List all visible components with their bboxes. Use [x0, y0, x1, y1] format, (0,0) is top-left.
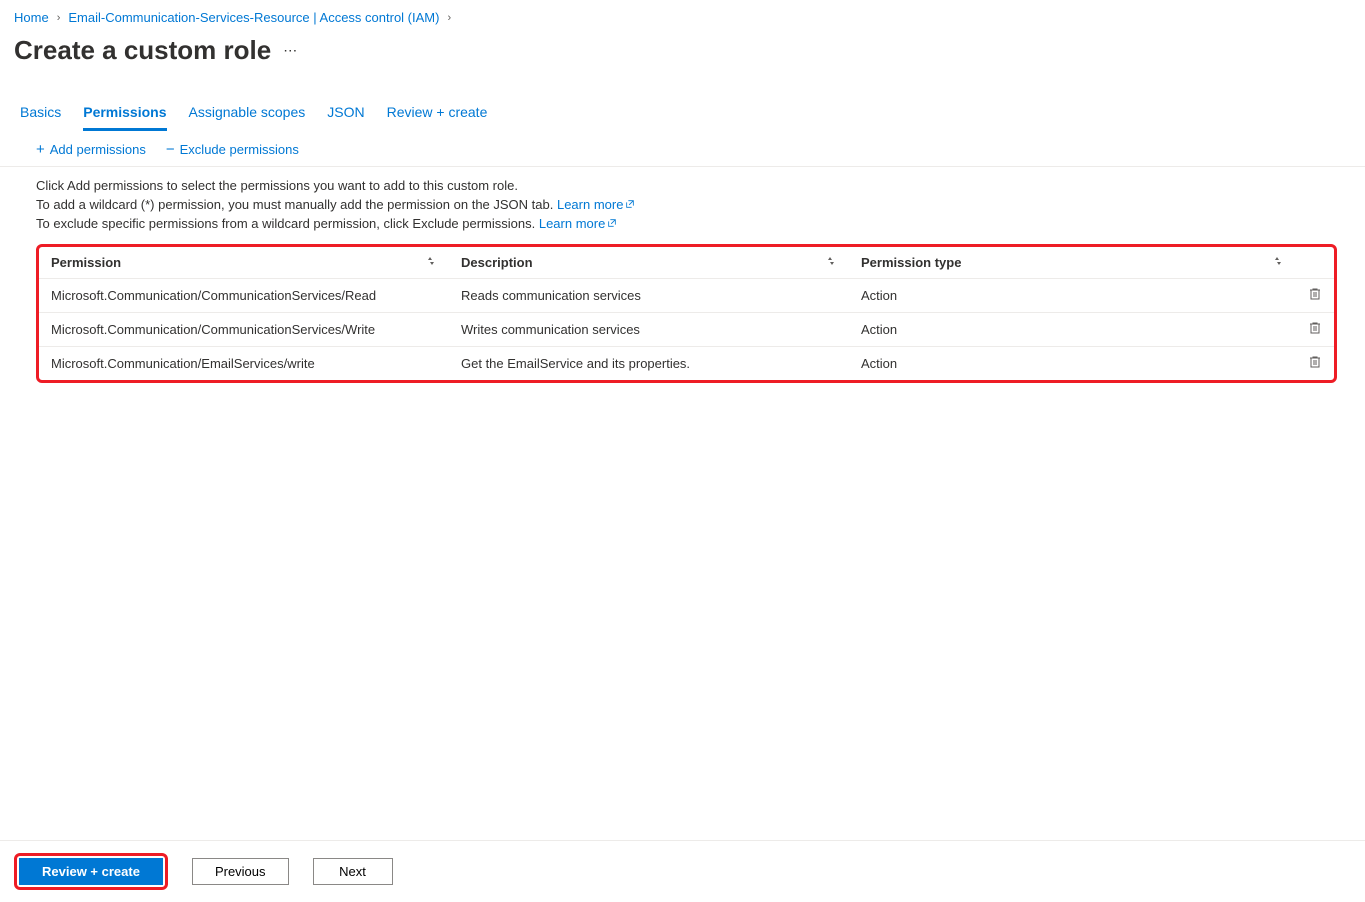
permissions-table-highlight: Permission Description Permission type [36, 244, 1337, 383]
help-line-3: To exclude specific permissions from a w… [36, 215, 1329, 234]
cell-permission: Microsoft.Communication/CommunicationSer… [39, 278, 449, 312]
add-permissions-button[interactable]: + Add permissions [36, 141, 146, 158]
learn-more-link-1[interactable]: Learn more [557, 197, 635, 212]
column-header-type[interactable]: Permission type [849, 247, 1296, 279]
exclude-permissions-label: Exclude permissions [180, 142, 299, 157]
tabs: Basics Permissions Assignable scopes JSO… [0, 76, 1365, 131]
cell-type: Action [849, 346, 1296, 380]
add-permissions-label: Add permissions [50, 142, 146, 157]
column-header-permission[interactable]: Permission [39, 247, 449, 279]
help-line-1: Click Add permissions to select the perm… [36, 177, 1329, 196]
learn-more-link-2[interactable]: Learn more [539, 216, 617, 231]
breadcrumb: Home › Email-Communication-Services-Reso… [0, 0, 1365, 31]
column-header-description[interactable]: Description [449, 247, 849, 279]
table-row: Microsoft.Communication/CommunicationSer… [39, 312, 1334, 346]
external-link-icon [625, 196, 635, 206]
learn-more-label: Learn more [557, 197, 623, 212]
plus-icon: + [36, 141, 45, 158]
cell-type: Action [849, 312, 1296, 346]
cell-type: Action [849, 278, 1296, 312]
page-title-row: Create a custom role ⋯ [0, 31, 1365, 76]
cell-description: Get the EmailService and its properties. [449, 346, 849, 380]
help-line-2: To add a wildcard (*) permission, you mu… [36, 196, 1329, 215]
learn-more-label: Learn more [539, 216, 605, 231]
column-header-description-label: Description [461, 255, 533, 270]
external-link-icon [607, 215, 617, 225]
next-button[interactable]: Next [313, 858, 393, 885]
footer: Review + create Previous Next [0, 840, 1365, 902]
minus-icon: − [166, 141, 175, 158]
table-row: Microsoft.Communication/CommunicationSer… [39, 278, 1334, 312]
tab-json[interactable]: JSON [327, 104, 364, 131]
cell-description: Writes communication services [449, 312, 849, 346]
tab-review-create[interactable]: Review + create [387, 104, 488, 131]
previous-button[interactable]: Previous [192, 858, 289, 885]
table-row: Microsoft.Communication/EmailServices/wr… [39, 346, 1334, 380]
more-icon[interactable]: ⋯ [283, 42, 298, 59]
sort-icon [1272, 255, 1284, 270]
breadcrumb-link-resource[interactable]: Email-Communication-Services-Resource | … [68, 10, 439, 25]
chevron-right-icon: › [447, 12, 451, 24]
toolbar: + Add permissions − Exclude permissions [0, 131, 1365, 166]
tab-permissions[interactable]: Permissions [83, 104, 166, 131]
review-create-highlight: Review + create [14, 853, 168, 890]
trash-icon[interactable] [1308, 357, 1322, 372]
help-text: Click Add permissions to select the perm… [0, 167, 1365, 238]
permissions-table: Permission Description Permission type [39, 247, 1334, 380]
cell-permission: Microsoft.Communication/CommunicationSer… [39, 312, 449, 346]
chevron-right-icon: › [57, 12, 61, 24]
help-line-3-text: To exclude specific permissions from a w… [36, 216, 539, 231]
cell-permission: Microsoft.Communication/EmailServices/wr… [39, 346, 449, 380]
trash-icon[interactable] [1308, 289, 1322, 304]
trash-icon[interactable] [1308, 323, 1322, 338]
column-header-type-label: Permission type [861, 255, 961, 270]
review-create-button[interactable]: Review + create [19, 858, 163, 885]
sort-icon [825, 255, 837, 270]
help-line-2-text: To add a wildcard (*) permission, you mu… [36, 197, 557, 212]
tab-assignable-scopes[interactable]: Assignable scopes [189, 104, 306, 131]
column-header-actions [1296, 247, 1334, 279]
column-header-permission-label: Permission [51, 255, 121, 270]
sort-icon [425, 255, 437, 270]
page-title: Create a custom role [14, 35, 271, 66]
breadcrumb-link-home[interactable]: Home [14, 10, 49, 25]
exclude-permissions-button[interactable]: − Exclude permissions [166, 141, 299, 158]
cell-description: Reads communication services [449, 278, 849, 312]
tab-basics[interactable]: Basics [20, 104, 61, 131]
table-header-row: Permission Description Permission type [39, 247, 1334, 279]
